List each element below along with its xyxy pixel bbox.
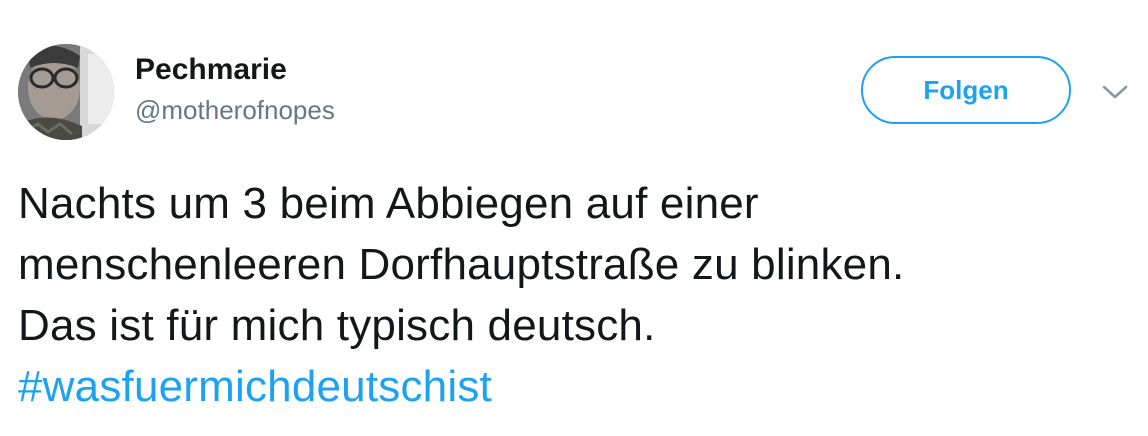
tweet-card: Pechmarie @motherofnopes Folgen Nachts u… [0,0,1148,436]
follow-button[interactable]: Folgen [861,56,1071,124]
user-handle[interactable]: @motherofnopes [135,94,335,126]
tweet-text-line: Das ist für mich typisch deutsch. [18,301,656,350]
tweet-text: Nachts um 3 beim Abbiegen auf einer mens… [18,173,1138,417]
hashtag-link[interactable]: #wasfuermichdeutschist [18,362,492,411]
tweet-text-line: menschenleeren Dorfhauptstraße zu blinke… [18,240,905,289]
user-info: Pechmarie @motherofnopes [135,52,335,126]
tweet-text-line: Nachts um 3 beim Abbiegen auf einer [18,179,759,228]
chevron-down-icon[interactable] [1098,80,1132,104]
avatar-image [18,44,114,140]
avatar[interactable] [18,44,114,140]
display-name[interactable]: Pechmarie [135,52,335,88]
